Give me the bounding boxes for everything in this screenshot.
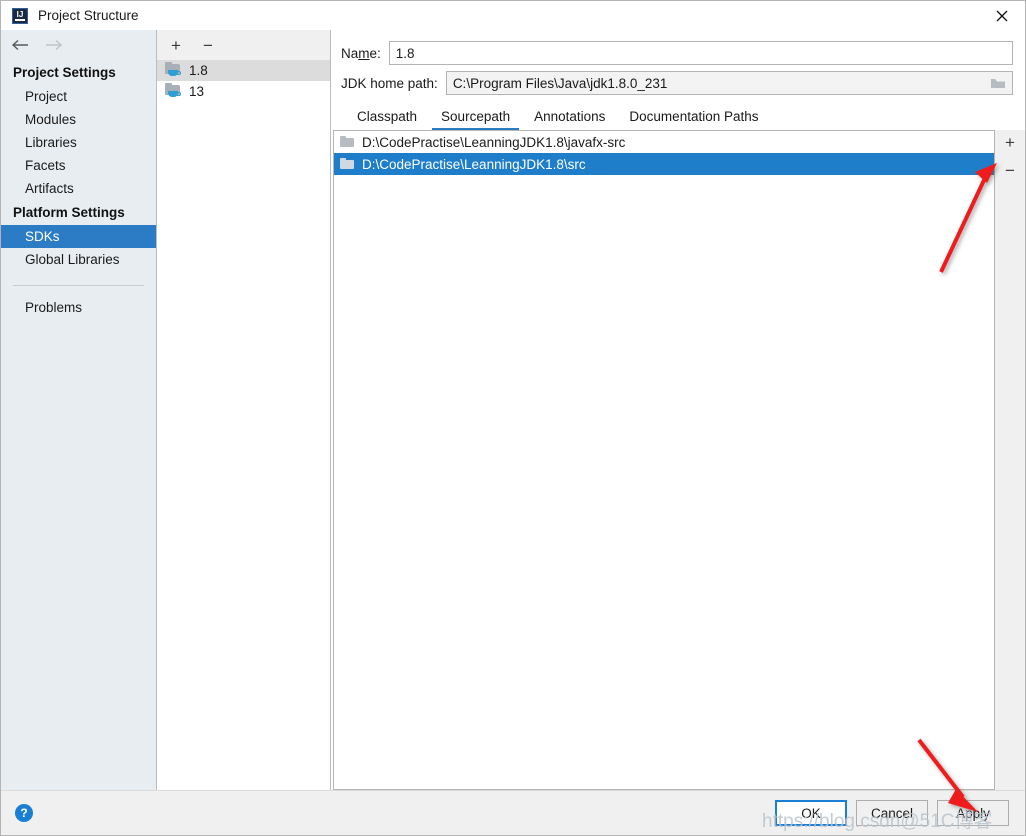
tab-classpath[interactable]: Classpath: [345, 106, 429, 130]
sidebar-item-project[interactable]: Project: [1, 85, 156, 108]
sidebar-group-label: Project Settings: [13, 65, 116, 80]
jdk-home-path-wrapper: C:\Program Files\Java\jdk1.8.0_231: [445, 71, 1013, 95]
detail-tabs: Classpath Sourcepath Annotations Documen…: [331, 100, 1025, 130]
sidebar-item-artifacts[interactable]: Artifacts: [1, 177, 156, 200]
table-row[interactable]: D:\CodePractise\LeanningJDK1.8\src: [334, 153, 994, 175]
browse-button[interactable]: [984, 72, 1012, 94]
cancel-button[interactable]: Cancel: [856, 800, 928, 826]
close-icon: [996, 10, 1008, 21]
sdk-list-item-label: 1.8: [189, 63, 208, 78]
sidebar-item-facets[interactable]: Facets: [1, 154, 156, 177]
sidebar-item-sdks[interactable]: SDKs: [1, 225, 156, 248]
folder-browse-icon: [991, 78, 1005, 88]
sidebar-item-problems[interactable]: Problems: [1, 296, 156, 319]
arrow-left-icon: [11, 39, 28, 51]
sidebar-group-label: Platform Settings: [13, 205, 125, 220]
dialog-footer: ? OK Cancel Apply: [1, 790, 1025, 835]
jdk-folder-icon: [165, 83, 183, 99]
sdk-list-panel: + − 1.8 13: [157, 30, 331, 790]
add-path-button[interactable]: +: [1000, 132, 1020, 152]
intellij-idea-icon: IJ: [12, 7, 28, 24]
help-icon[interactable]: ?: [15, 804, 33, 822]
apply-button[interactable]: Apply: [937, 800, 1009, 826]
table-row[interactable]: D:\CodePractise\LeanningJDK1.8\javafx-sr…: [334, 131, 994, 153]
ok-button[interactable]: OK: [775, 800, 847, 826]
jdk-home-path-input[interactable]: C:\Program Files\Java\jdk1.8.0_231: [445, 71, 1013, 95]
add-sdk-button[interactable]: +: [166, 35, 186, 55]
project-structure-dialog: IJ Project Structure Project Settings Pr…: [0, 0, 1026, 836]
sdk-list-toolbar: + −: [157, 30, 330, 60]
sdk-list-item-label: 13: [189, 84, 205, 99]
jdk-home-path-row: JDK home path: C:\Program Files\Java\jdk…: [331, 68, 1025, 98]
dialog-body: Project Settings Project Modules Librari…: [1, 30, 1025, 790]
title-bar: IJ Project Structure: [1, 1, 1025, 30]
back-button[interactable]: [10, 35, 30, 55]
sdk-detail-panel: Name: 1.8 JDK home path: C:\Program File…: [331, 30, 1025, 790]
sidebar-item-libraries[interactable]: Libraries: [1, 131, 156, 154]
name-field-row: Name: 1.8: [331, 38, 1025, 68]
sidebar-group-platform-settings: Platform Settings SDKs Global Libraries: [1, 200, 156, 271]
arrow-right-icon: [46, 39, 63, 51]
window-title: Project Structure: [38, 8, 139, 23]
settings-sidebar: Project Settings Project Modules Librari…: [1, 30, 157, 790]
folder-icon: [340, 158, 355, 170]
sidebar-item-global-libraries[interactable]: Global Libraries: [1, 248, 156, 271]
forward-button[interactable]: [44, 35, 64, 55]
sdk-list-item-13[interactable]: 13: [157, 81, 330, 102]
jdk-folder-icon: [165, 62, 183, 78]
tab-annotations[interactable]: Annotations: [522, 106, 617, 130]
jdk-home-path-label: JDK home path:: [341, 75, 438, 91]
sidebar-group-project-settings: Project Settings Project Modules Librari…: [1, 60, 156, 200]
name-input[interactable]: 1.8: [388, 41, 1013, 65]
close-button[interactable]: [979, 1, 1025, 30]
sdk-list-item-1-8[interactable]: 1.8: [157, 60, 330, 81]
sourcepath-list-buttons: + −: [995, 130, 1025, 790]
remove-sdk-button[interactable]: −: [198, 35, 218, 55]
tab-documentation-paths[interactable]: Documentation Paths: [617, 106, 770, 130]
sourcepath-list[interactable]: D:\CodePractise\LeanningJDK1.8\javafx-sr…: [333, 130, 995, 790]
sidebar-item-modules[interactable]: Modules: [1, 108, 156, 131]
app-icon-underline: [15, 18, 25, 21]
app-icon-glyph: IJ: [16, 9, 24, 19]
sourcepath-list-area: D:\CodePractise\LeanningJDK1.8\javafx-sr…: [333, 130, 1025, 790]
path-label: D:\CodePractise\LeanningJDK1.8\src: [362, 156, 586, 172]
tab-sourcepath[interactable]: Sourcepath: [429, 106, 522, 130]
remove-path-button[interactable]: −: [1000, 160, 1020, 180]
path-label: D:\CodePractise\LeanningJDK1.8\javafx-sr…: [362, 134, 626, 150]
sidebar-nav: [1, 30, 156, 60]
sidebar-divider: [13, 285, 144, 286]
name-label: Name:: [341, 45, 381, 61]
folder-icon: [340, 136, 355, 148]
